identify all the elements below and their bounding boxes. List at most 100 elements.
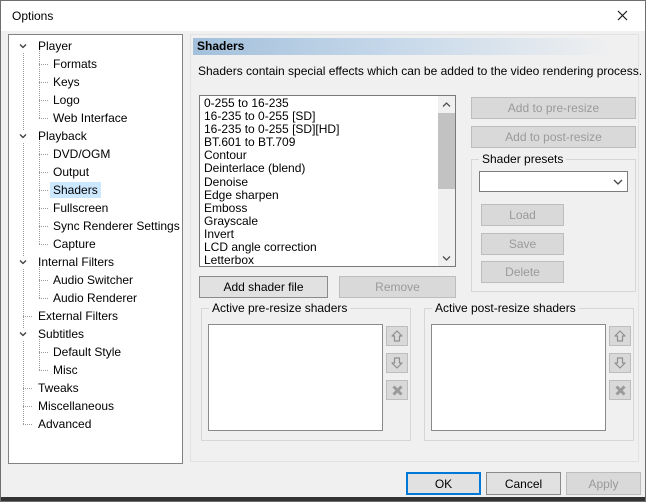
tree-item-output[interactable]: Output xyxy=(9,163,182,181)
tree-item-sync-renderer-settings[interactable]: Sync Renderer Settings xyxy=(9,217,182,235)
tree-line xyxy=(39,154,48,155)
tree-line xyxy=(39,82,48,83)
post-move-up-button[interactable] xyxy=(609,326,631,346)
tree-item-audio-renderer[interactable]: Audio Renderer xyxy=(9,289,182,307)
shader-item[interactable]: Denoise xyxy=(201,175,438,189)
shader-preset-combobox[interactable] xyxy=(479,171,628,192)
scroll-thumb[interactable] xyxy=(438,113,455,189)
tree-item-miscellaneous[interactable]: Miscellaneous xyxy=(9,397,182,415)
close-button[interactable] xyxy=(600,1,645,30)
tree-item-label: DVD/OGM xyxy=(53,147,111,161)
shader-item[interactable]: Deinterlace (blend) xyxy=(201,162,438,175)
tree-item-label: Subtitles xyxy=(38,327,85,341)
shader-item[interactable]: Edge sharpen xyxy=(201,188,438,202)
shader-item[interactable]: Letterbox xyxy=(201,254,438,265)
add-shader-file-button[interactable]: Add shader file xyxy=(199,276,328,298)
tree-item-player[interactable]: Player xyxy=(9,37,182,55)
tree-line xyxy=(39,100,48,101)
tree-item-shaders[interactable]: Shaders xyxy=(9,181,182,199)
tree-item-misc[interactable]: Misc xyxy=(9,361,182,379)
page-description: Shaders contain special effects which ca… xyxy=(198,64,643,78)
combo-chevron-down-icon xyxy=(609,179,627,185)
ok-button[interactable]: OK xyxy=(406,472,481,495)
tree-item-dvd-ogm[interactable]: DVD/OGM xyxy=(9,145,182,163)
add-to-pre-resize-button[interactable]: Add to pre-resize xyxy=(471,97,636,119)
tree-item-label: Playback xyxy=(38,129,87,143)
active-post-resize-group: Active post-resize shaders xyxy=(424,301,634,441)
tree-item-external-filters[interactable]: External Filters xyxy=(9,307,182,325)
expand-chevron[interactable] xyxy=(17,130,29,142)
tree-line xyxy=(39,190,48,191)
tree-item-label: Audio Renderer xyxy=(53,291,138,305)
chevron-down-icon xyxy=(19,332,27,337)
pre-move-up-button[interactable] xyxy=(386,326,408,346)
active-post-resize-list[interactable] xyxy=(431,324,606,431)
tree-item-label: Output xyxy=(53,165,90,179)
tree-item-fullscreen[interactable]: Fullscreen xyxy=(9,199,182,217)
tree-item-audio-switcher[interactable]: Audio Switcher xyxy=(9,271,182,289)
tree-item-default-style[interactable]: Default Style xyxy=(9,343,182,361)
tree-item-label: Logo xyxy=(53,93,80,107)
tree-item-label: Default Style xyxy=(53,345,122,359)
tree-item-label: Player xyxy=(38,39,73,53)
delete-button[interactable]: Delete xyxy=(481,261,564,283)
options-dialog: Options Player Formats Keys Logo Web Interfa… xyxy=(0,0,646,502)
pre-move-down-button[interactable] xyxy=(386,353,408,373)
chevron-down-icon xyxy=(19,134,27,139)
tree-line xyxy=(23,388,32,389)
tree-line xyxy=(39,118,48,119)
apply-button[interactable]: Apply xyxy=(566,472,641,495)
shader-list: 0-255 to 16-235 16-235 to 0-255 [SD] 16-23… xyxy=(199,95,456,267)
save-button[interactable]: Save xyxy=(481,233,564,255)
scroll-down-button[interactable] xyxy=(438,249,455,266)
tree-item-advanced[interactable]: Advanced xyxy=(9,415,182,433)
tree-item-label: Internal Filters xyxy=(38,255,115,269)
shader-list-scrollbar[interactable] xyxy=(438,96,455,266)
remove-button[interactable]: Remove xyxy=(339,276,456,298)
tree-item-keys[interactable]: Keys xyxy=(9,73,182,91)
shader-presets-label: Shader presets xyxy=(479,152,567,166)
tree-item-tweaks[interactable]: Tweaks xyxy=(9,379,182,397)
title-bar: Options xyxy=(1,1,645,31)
tree-item-label: External Filters xyxy=(38,309,119,323)
tree-item-formats[interactable]: Formats xyxy=(9,55,182,73)
load-button[interactable]: Load xyxy=(481,204,564,226)
tree-item-label: Tweaks xyxy=(38,381,79,395)
tree-item-label: Keys xyxy=(53,75,80,89)
tree-item-label: Fullscreen xyxy=(53,201,109,215)
post-remove-button[interactable] xyxy=(609,380,631,400)
tree-line xyxy=(39,298,48,299)
active-pre-resize-list[interactable] xyxy=(208,324,383,431)
tree-line xyxy=(23,316,32,317)
tree-item-capture[interactable]: Capture xyxy=(9,235,182,253)
cancel-button[interactable]: Cancel xyxy=(486,472,561,495)
chevron-down-icon xyxy=(19,44,27,49)
tree-item-logo[interactable]: Logo xyxy=(9,91,182,109)
tree-item-subtitles[interactable]: Subtitles xyxy=(9,325,182,343)
shader-item[interactable]: Grayscale xyxy=(201,214,438,228)
tree-line xyxy=(39,244,48,245)
expand-chevron[interactable] xyxy=(17,256,29,268)
tree-item-playback[interactable]: Playback xyxy=(9,127,182,145)
tree-item-label: Misc xyxy=(53,363,78,377)
scroll-up-button[interactable] xyxy=(438,96,455,113)
shader-item[interactable]: Emboss xyxy=(201,201,438,215)
expand-chevron[interactable] xyxy=(17,328,29,340)
chevron-down-icon xyxy=(19,260,27,265)
tree-line xyxy=(39,280,48,281)
chevron-up-icon xyxy=(442,101,451,107)
active-pre-resize-group: Active pre-resize shaders xyxy=(201,301,411,441)
tree-item-label: Miscellaneous xyxy=(38,399,115,413)
active-post-resize-label: Active post-resize shaders xyxy=(432,301,579,315)
arrow-down-icon xyxy=(391,357,403,369)
page-title: Shaders xyxy=(193,38,637,55)
tree-item-label: Sync Renderer Settings xyxy=(53,219,180,233)
add-to-post-resize-button[interactable]: Add to post-resize xyxy=(471,126,636,148)
tree-item-label: Web Interface xyxy=(53,111,128,125)
tree-item-web-interface[interactable]: Web Interface xyxy=(9,109,182,127)
pre-remove-button[interactable] xyxy=(386,380,408,400)
expand-chevron[interactable] xyxy=(17,40,29,52)
post-move-down-button[interactable] xyxy=(609,353,631,373)
tree-line xyxy=(23,406,32,407)
tree-item-internal-filters[interactable]: Internal Filters xyxy=(9,253,182,271)
